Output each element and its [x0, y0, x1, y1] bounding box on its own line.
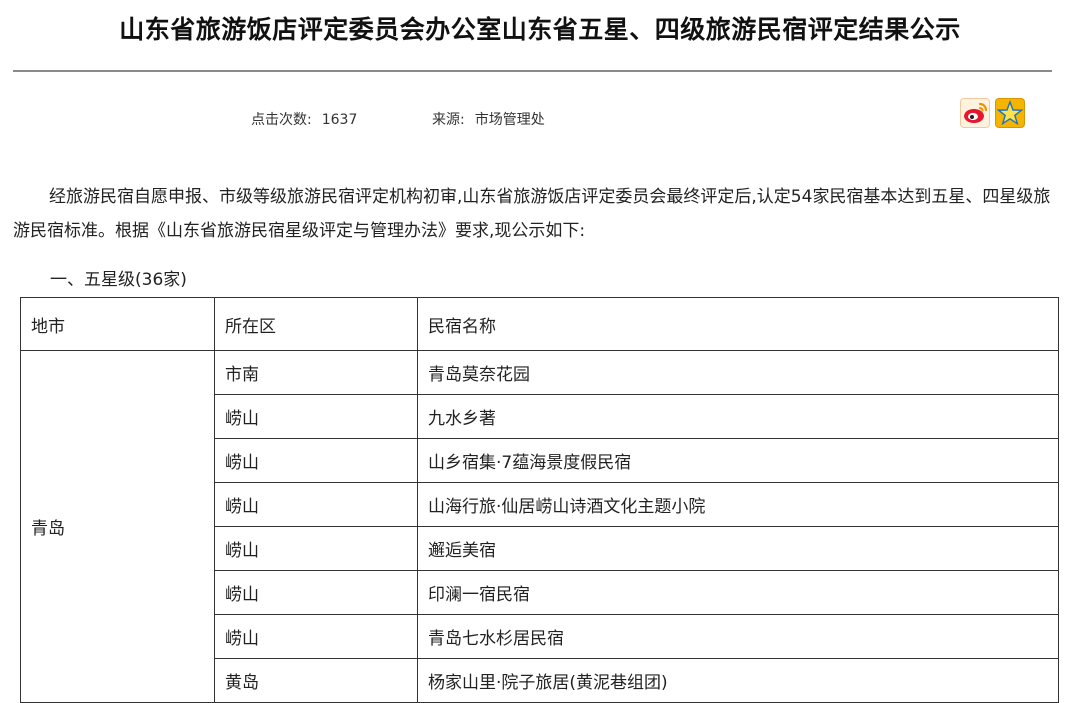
homestay-name-cell: 印澜一宿民宿	[417, 570, 1059, 615]
click-count-value: 1637	[321, 112, 358, 128]
homestay-name-cell: 青岛莫奈花园	[417, 350, 1059, 395]
homestay-name-cell: 山乡宿集·7蕴海景度假民宿	[417, 438, 1059, 483]
district-cell: 崂山	[214, 570, 418, 615]
homestay-name-cell: 青岛七水杉居民宿	[417, 614, 1059, 659]
district-cell: 崂山	[214, 614, 418, 659]
title-divider	[13, 70, 1052, 72]
page-title: 山东省旅游饭店评定委员会办公室山东省五星、四级旅游民宿评定结果公示	[119, 15, 961, 44]
intro-paragraph: 经旅游民宿自愿申报、市级等级旅游民宿评定机构初审,山东省旅游饭店评定委员会最终评…	[13, 187, 1051, 241]
share-weibo-button[interactable]	[960, 98, 990, 128]
district-cell: 崂山	[214, 438, 418, 483]
click-count-label: 点击次数:	[251, 112, 312, 128]
header-district: 所在区	[214, 297, 418, 351]
homestay-name-cell: 邂逅美宿	[417, 526, 1059, 571]
qzone-star-icon	[996, 100, 1024, 126]
district-cell: 崂山	[214, 482, 418, 527]
district-cell: 市南	[214, 350, 418, 395]
homestay-name-cell: 山海行旅·仙居崂山诗酒文化主题小院	[417, 482, 1059, 527]
homestay-name-cell: 九水乡著	[417, 394, 1059, 439]
listing-table: 地市 所在区 民宿名称 青岛 市南 青岛莫奈花园 崂山 九水乡著 崂山 山乡宿集…	[20, 297, 1059, 703]
source-value: 市场管理处	[474, 112, 545, 128]
source-label: 来源:	[432, 112, 465, 128]
district-cell: 崂山	[214, 394, 418, 439]
section-heading-five-star: 一、五星级(36家)	[50, 270, 187, 290]
header-name: 民宿名称	[417, 297, 1059, 351]
city-cell: 青岛	[20, 350, 215, 703]
header-city: 地市	[20, 297, 215, 351]
district-cell: 崂山	[214, 526, 418, 571]
table-header-row: 地市 所在区 民宿名称	[20, 297, 1059, 351]
source: 来源: 市场管理处	[432, 109, 545, 131]
table-row: 青岛 市南 青岛莫奈花园	[20, 350, 1059, 703]
click-count: 点击次数: 1637	[251, 109, 357, 131]
district-cell: 黄岛	[214, 658, 418, 703]
homestay-name-cell: 杨家山里·院子旅居(黄泥巷组团)	[417, 658, 1059, 703]
weibo-icon	[964, 102, 988, 123]
share-qzone-button[interactable]	[995, 98, 1025, 128]
